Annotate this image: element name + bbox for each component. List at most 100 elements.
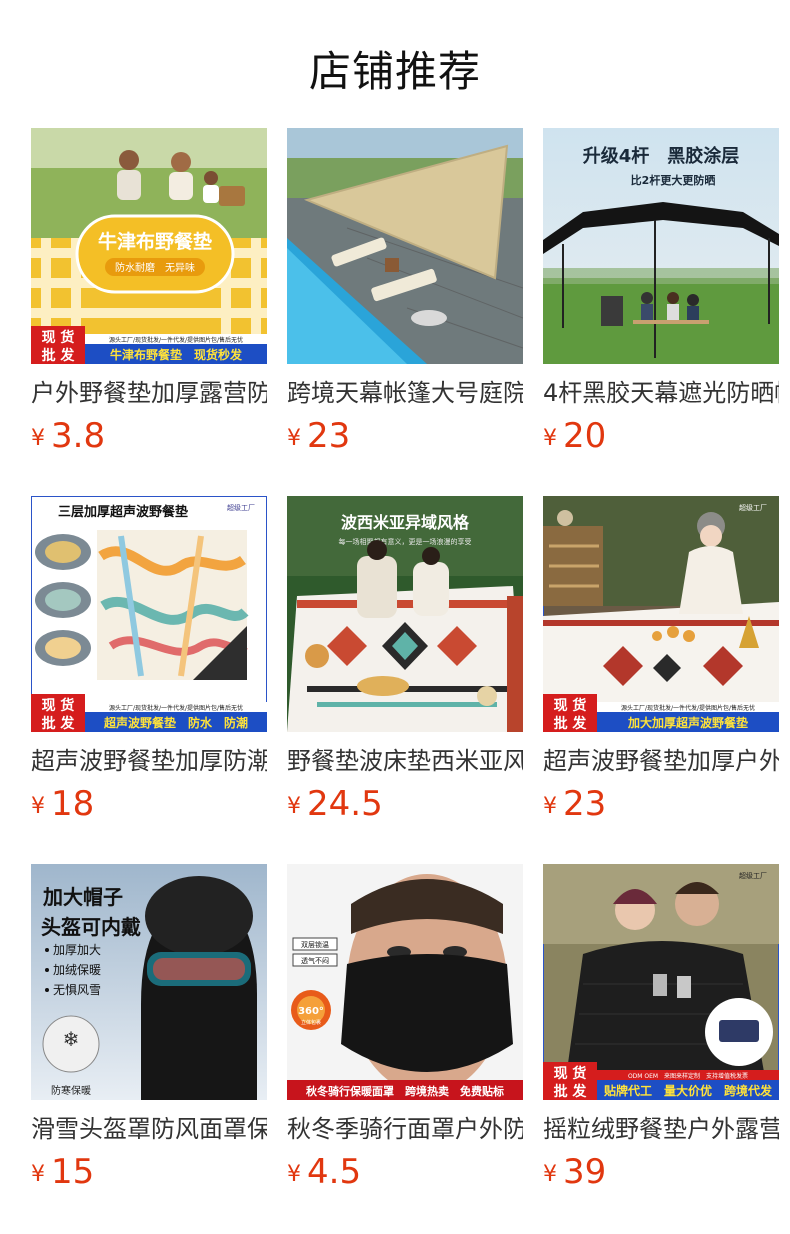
svg-text:现 货: 现 货 — [42, 329, 75, 346]
svg-text:防水耐磨 无异味: 防水耐磨 无异味 — [115, 261, 195, 274]
svg-text:无惧风雪: 无惧风雪 — [53, 982, 101, 997]
svg-text:批 发: 批 发 — [554, 1083, 588, 1100]
currency-symbol: ¥ — [287, 1162, 301, 1187]
svg-text:升级4杆 黑胶涂层: 升级4杆 黑胶涂层 — [583, 145, 740, 167]
price-value: 23 — [563, 784, 607, 824]
shade-sail-photo-icon — [287, 128, 523, 364]
svg-text:透气不闷: 透气不闷 — [301, 956, 329, 965]
svg-text:超级工厂: 超级工厂 — [739, 503, 767, 512]
svg-text:每一场相聚都有意义，更是一场浪漫的享受: 每一场相聚都有意义，更是一场浪漫的享受 — [339, 537, 472, 546]
product-image[interactable]: 升级4杆 黑胶涂层 比2杆更大更防晒 — [543, 128, 779, 364]
svg-text:批 发: 批 发 — [42, 715, 76, 732]
ski-mask-photo-icon: 加大帽子 头盔可内戴 加厚加大 加绒保暖 无惧风雪 ❄ 防寒保暖 — [31, 864, 267, 1100]
product-image[interactable]: 超级工厂 现 货 批 发 ODM OEM 来图来样定制 支持增值税发票 贴牌代工… — [543, 864, 779, 1100]
page-title: 店铺推荐 — [308, 47, 481, 96]
svg-text:源头工厂/现货批发/一件代发/提供图片包/售后无忧: 源头工厂/现货批发/一件代发/提供图片包/售后无忧 — [109, 704, 243, 712]
svg-text:加大加厚超声波野餐垫: 加大加厚超声波野餐垫 — [627, 715, 748, 730]
svg-text:牛津布野餐垫 现货秒发: 牛津布野餐垫 现货秒发 — [110, 347, 243, 362]
currency-symbol: ¥ — [31, 1162, 45, 1187]
currency-symbol: ¥ — [543, 794, 557, 819]
product-card[interactable]: 双层锁温 透气不闷 360° 立体包裹 秋冬骑行保暖面罩 跨境热卖 免费贴标 秋… — [287, 864, 523, 1232]
picnic-mat-photo-icon: 牛津布野餐垫 防水耐磨 无异味 现 货 批 发 源头工厂/现货批发/一件代发/提… — [31, 128, 267, 364]
bohemian-mat-photo-icon: 波西米亚异域风格 每一场相聚都有意义，更是一场浪漫的享受 — [287, 496, 523, 732]
product-card[interactable]: 加大帽子 头盔可内戴 加厚加大 加绒保暖 无惧风雪 ❄ 防寒保暖 滑雪头盔罩防风… — [31, 864, 267, 1232]
currency-symbol: ¥ — [31, 426, 45, 451]
picnic-girl-photo-icon: 超级工厂 现 货 批 发 源头工厂/现货批发/一件代发/提供图片包/售后无忧 加… — [543, 496, 779, 732]
svg-text:三层加厚超声波野餐垫: 三层加厚超声波野餐垫 — [58, 504, 188, 520]
product-name[interactable]: 野餐垫波床垫西米亚风格户外 — [287, 745, 523, 777]
svg-text:超级工厂: 超级工厂 — [227, 503, 255, 512]
svg-text:贴牌代工 量大价优 跨境代发: 贴牌代工 量大价优 跨境代发 — [604, 1083, 773, 1098]
svg-text:源头工厂/现货批发/一件代发/提供图片包/售后无忧: 源头工厂/现货批发/一件代发/提供图片包/售后无忧 — [109, 336, 243, 344]
svg-text:双层锁温: 双层锁温 — [301, 940, 329, 949]
canopy-tent-photo-icon: 升级4杆 黑胶涂层 比2杆更大更防晒 — [543, 128, 779, 364]
ultrasonic-mat-photo-icon: 三层加厚超声波野餐垫 超级工厂 现 货 批 发 源头工厂/现货批发/一件代发/提… — [31, 496, 267, 732]
product-price: ¥24.5 — [287, 784, 383, 824]
product-image[interactable]: 波西米亚异域风格 每一场相聚都有意义，更是一场浪漫的享受 — [287, 496, 523, 732]
svg-text:牛津布野餐垫: 牛津布野餐垫 — [98, 230, 212, 253]
product-name[interactable]: 户外野餐垫加厚露营防潮垫 — [31, 377, 267, 409]
product-image[interactable]: 双层锁温 透气不闷 360° 立体包裹 秋冬骑行保暖面罩 跨境热卖 免费贴标 — [287, 864, 523, 1100]
price-value: 4.5 — [307, 1152, 362, 1192]
face-mask-photo-icon: 双层锁温 透气不闷 360° 立体包裹 秋冬骑行保暖面罩 跨境热卖 免费贴标 — [287, 864, 523, 1100]
svg-text:现 货: 现 货 — [42, 697, 75, 714]
svg-text:加大帽子: 加大帽子 — [42, 885, 123, 909]
product-price: ¥23 — [287, 416, 350, 456]
svg-text:360°: 360° — [298, 1006, 324, 1017]
product-card[interactable]: 三层加厚超声波野餐垫 超级工厂 现 货 批 发 源头工厂/现货批发/一件代发/提… — [31, 496, 267, 864]
fleece-blanket-photo-icon: 超级工厂 现 货 批 发 ODM OEM 来图来样定制 支持增值税发票 贴牌代工… — [543, 864, 779, 1100]
product-card[interactable]: 跨境天幕帐篷大号庭院遮阳 ¥23 — [287, 128, 523, 496]
product-image[interactable]: 牛津布野餐垫 防水耐磨 无异味 现 货 批 发 源头工厂/现货批发/一件代发/提… — [31, 128, 267, 364]
product-card[interactable]: 超级工厂 现 货 批 发 ODM OEM 来图来样定制 支持增值税发票 贴牌代工… — [543, 864, 779, 1232]
product-name[interactable]: 跨境天幕帐篷大号庭院遮阳 — [287, 377, 523, 409]
product-image[interactable]: 加大帽子 头盔可内戴 加厚加大 加绒保暖 无惧风雪 ❄ 防寒保暖 — [31, 864, 267, 1100]
svg-text:防寒保暖: 防寒保暖 — [51, 1084, 91, 1097]
svg-text:加厚加大: 加厚加大 — [53, 943, 101, 957]
price-value: 18 — [51, 784, 95, 824]
product-price: ¥20 — [543, 416, 606, 456]
price-value: 23 — [307, 416, 351, 456]
currency-symbol: ¥ — [543, 1162, 557, 1187]
product-image[interactable]: 三层加厚超声波野餐垫 超级工厂 现 货 批 发 源头工厂/现货批发/一件代发/提… — [31, 496, 267, 732]
product-card[interactable]: 波西米亚异域风格 每一场相聚都有意义，更是一场浪漫的享受 野餐垫波床垫西米亚风 … — [287, 496, 523, 864]
svg-text:超声波野餐垫 防水 防潮: 超声波野餐垫 防水 防潮 — [103, 715, 248, 730]
price-value: 15 — [51, 1152, 95, 1192]
price-value: 24.5 — [307, 784, 383, 824]
product-name[interactable]: 超声波野餐垫加厚防潮垫户外 — [31, 745, 267, 777]
svg-text:现 货: 现 货 — [554, 697, 587, 714]
svg-text:波西米亚异域风格: 波西米亚异域风格 — [341, 513, 470, 532]
product-image[interactable]: 超级工厂 现 货 批 发 源头工厂/现货批发/一件代发/提供图片包/售后无忧 加… — [543, 496, 779, 732]
product-card[interactable]: 超级工厂 现 货 批 发 源头工厂/现货批发/一件代发/提供图片包/售后无忧 加… — [543, 496, 779, 864]
svg-text:秋冬骑行保暖面罩 跨境热卖 免费贴标: 秋冬骑行保暖面罩 跨境热卖 免费贴标 — [306, 1084, 504, 1098]
currency-symbol: ¥ — [287, 794, 301, 819]
svg-text:批 发: 批 发 — [42, 347, 76, 364]
svg-text:头盔可内戴: 头盔可内戴 — [41, 915, 141, 939]
product-image[interactable] — [287, 128, 523, 364]
svg-text:超级工厂: 超级工厂 — [739, 871, 767, 880]
price-value: 3.8 — [51, 416, 106, 456]
svg-text:批 发: 批 发 — [554, 715, 588, 732]
product-price: ¥15 — [31, 1152, 94, 1192]
price-value: 39 — [563, 1152, 607, 1192]
product-price: ¥23 — [543, 784, 606, 824]
product-price: ¥3.8 — [31, 416, 105, 456]
product-card[interactable]: 牛津布野餐垫 防水耐磨 无异味 现 货 批 发 源头工厂/现货批发/一件代发/提… — [31, 128, 267, 496]
price-value: 20 — [563, 416, 607, 456]
product-name[interactable]: 4杆黑胶天幕遮光防晒帐篷 — [543, 377, 779, 409]
currency-symbol: ¥ — [31, 794, 45, 819]
svg-text:比2杆更大更防晒: 比2杆更大更防晒 — [631, 173, 716, 187]
svg-text:加绒保暖: 加绒保暖 — [53, 963, 101, 977]
currency-symbol: ¥ — [543, 426, 557, 451]
product-price: ¥18 — [31, 784, 94, 824]
currency-symbol: ¥ — [287, 426, 301, 451]
svg-text:源头工厂/现货批发/一件代发/提供图片包/售后无忧: 源头工厂/现货批发/一件代发/提供图片包/售后无忧 — [621, 704, 755, 712]
svg-text:现 货: 现 货 — [554, 1065, 587, 1082]
product-card[interactable]: 升级4杆 黑胶涂层 比2杆更大更防晒 4杆黑胶天幕遮光防晒帐篷 ¥20 — [543, 128, 779, 496]
product-name[interactable]: 秋冬季骑行面罩户外防风 — [287, 1113, 523, 1145]
product-price: ¥39 — [543, 1152, 606, 1192]
svg-text:ODM OEM 来图来样定制 支持增值税发票: ODM OEM 来图来样定制 支持增值税发票 — [628, 1072, 748, 1080]
product-name[interactable]: 摇粒绒野餐垫户外露营毯 — [543, 1113, 779, 1145]
product-name[interactable]: 滑雪头盔罩防风面罩保暖 — [31, 1113, 267, 1145]
svg-text:立体包裹: 立体包裹 — [301, 1019, 321, 1026]
product-name[interactable]: 超声波野餐垫加厚户外防潮 — [543, 745, 779, 777]
